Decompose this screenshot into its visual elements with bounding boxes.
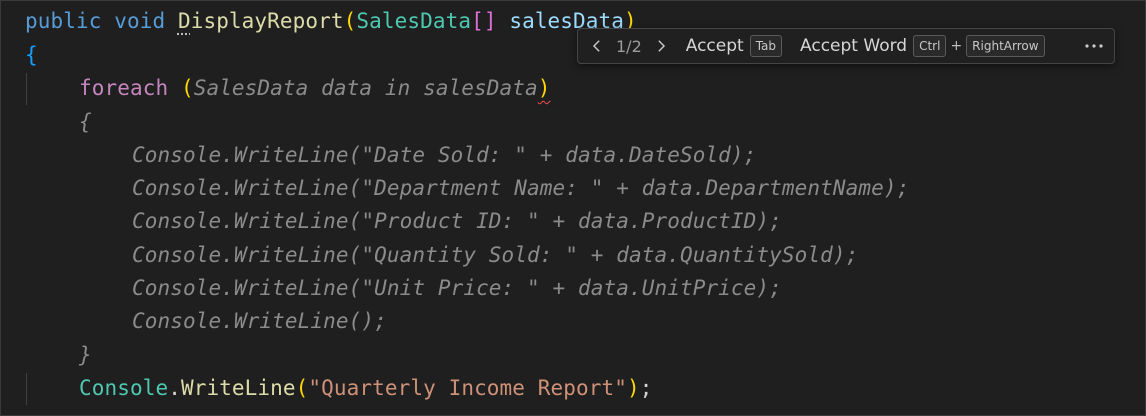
paren-open: (	[295, 376, 309, 400]
method-name-rest: isplayReport	[190, 9, 344, 33]
class-console: Console	[79, 376, 169, 400]
accept-button[interactable]: Accept Tab	[680, 32, 784, 60]
rightarrow-keybinding: RightArrow	[966, 35, 1045, 57]
inline-suggestion-toolbar: 1/2 Accept Tab Accept Word Ctrl + RightA…	[577, 28, 1115, 64]
chevron-right-icon	[658, 40, 665, 52]
open-brace: {	[25, 43, 38, 67]
accept-word-label: Accept Word	[800, 36, 908, 56]
code-line-1[interactable]: public void DisplayReport(SalesData[] sa…	[25, 5, 637, 38]
ghost-line: Console.WriteLine("Department Name: " + …	[132, 176, 910, 200]
ghost-suggestion-text: SalesData data in salesData	[193, 76, 538, 100]
indent-guide	[26, 373, 27, 405]
string-literal: "Quarterly Income Report"	[308, 376, 627, 400]
paren-close-error: )	[537, 76, 551, 100]
ghost-line: {	[79, 110, 92, 134]
ghost-line: Console.WriteLine("Quantity Sold: " + da…	[132, 243, 859, 267]
array-brackets: []	[471, 9, 497, 33]
code-editor[interactable]: public void DisplayReport(SalesData[] sa…	[0, 0, 1146, 416]
keyword-foreach: foreach	[79, 76, 169, 100]
ghost-line: Console.WriteLine("Date Sold: " + data.D…	[132, 143, 757, 167]
code-line-2[interactable]: {	[25, 39, 38, 72]
previous-suggestion-button[interactable]	[582, 32, 612, 60]
more-actions-button[interactable]	[1074, 32, 1114, 60]
param-type: SalesData	[356, 9, 472, 33]
ghost-line: Console.WriteLine();	[132, 309, 387, 333]
ghost-line: Console.WriteLine("Product ID: " + data.…	[132, 209, 782, 233]
dot: .	[168, 376, 181, 400]
accept-label: Accept	[685, 36, 744, 56]
method-name: DisplayReport	[178, 9, 344, 33]
code-line-last[interactable]: Console.WriteLine("Quarterly Income Repo…	[79, 372, 652, 405]
code-line-3[interactable]: foreach (SalesData data in salesData)	[79, 72, 551, 105]
chevron-left-icon	[592, 40, 600, 52]
plus-sign: +	[950, 38, 963, 54]
paren-close: )	[626, 376, 640, 400]
ghost-line: }	[79, 343, 92, 367]
keyword-public: public	[25, 9, 102, 33]
method-name-first-letter: D	[177, 9, 191, 33]
ellipsis-icon	[1085, 44, 1103, 48]
paren-open: (	[343, 9, 357, 33]
tab-keybinding: Tab	[749, 35, 783, 57]
semicolon: ;	[639, 376, 653, 400]
method-writeline: WriteLine	[180, 376, 296, 400]
suggestion-counter: 1/2	[616, 36, 642, 56]
accept-word-button[interactable]: Accept Word Ctrl + RightArrow	[794, 32, 1047, 60]
ghost-line: Console.WriteLine("Unit Price: " + data.…	[132, 276, 782, 300]
ctrl-keybinding: Ctrl	[913, 35, 947, 57]
indent-guide	[26, 73, 27, 105]
next-suggestion-button[interactable]	[646, 32, 676, 60]
paren-open: (	[180, 76, 194, 100]
keyword-void: void	[114, 9, 166, 33]
